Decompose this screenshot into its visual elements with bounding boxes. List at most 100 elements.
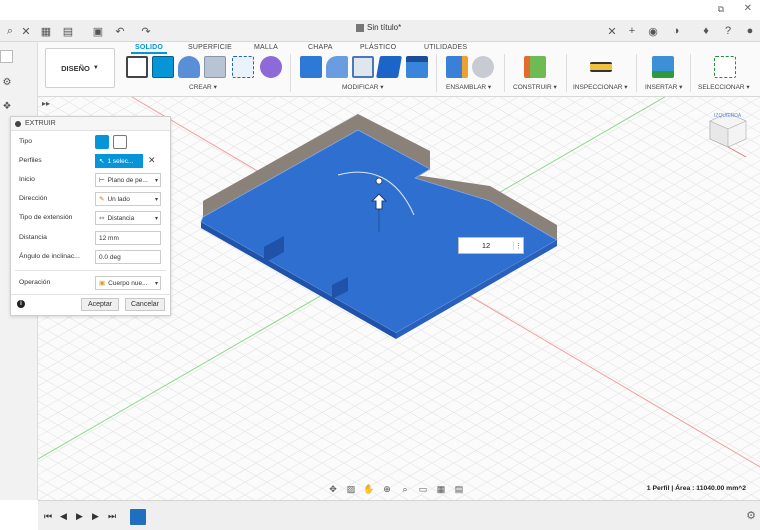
sweep-icon[interactable] xyxy=(204,56,226,78)
extrude-icon[interactable] xyxy=(152,56,174,78)
tab-solid[interactable]: SOLIDO xyxy=(130,44,168,54)
create-sketch-icon[interactable] xyxy=(126,56,148,78)
offset-plane-icon[interactable] xyxy=(524,56,546,78)
group-create[interactable]: CREAR ▾ xyxy=(189,83,217,91)
document-tab[interactable]: Sin título* xyxy=(356,23,401,32)
grid-settings-icon[interactable]: ▦ xyxy=(434,482,448,496)
press-pull-icon[interactable] xyxy=(300,56,322,78)
status-text: 1 Perfil | Área : 11040.00 mm^2 xyxy=(646,485,746,492)
fillet-icon[interactable] xyxy=(326,56,348,78)
display-settings-icon[interactable]: ▭ xyxy=(416,482,430,496)
quick-access-bar: ⌕ ✕ ▦ ▤ ▣ ↶ ↷ Sin título* ✕ + ◉ ◑ ♦ ? ● xyxy=(0,20,760,42)
label-direction: Dirección xyxy=(19,195,48,202)
group-assemble[interactable]: ENSAMBLAR ▾ xyxy=(446,83,491,91)
tab-sheet-metal[interactable]: CHAPA xyxy=(308,44,333,51)
workspace-switcher[interactable]: DISEÑO ▼ xyxy=(45,48,115,88)
search-icon[interactable]: ⌕ xyxy=(2,23,18,39)
go-to-end-icon[interactable]: ⏭ xyxy=(108,511,116,522)
restore-window-icon[interactable]: ⧉ xyxy=(718,4,724,15)
zoom-icon[interactable]: ⊕ xyxy=(380,482,394,496)
extent-type-dropdown[interactable]: ⇿ Distancia ▾ xyxy=(95,211,161,225)
redo-icon[interactable]: ↷ xyxy=(138,23,154,39)
form-icon[interactable] xyxy=(260,56,282,78)
distance-manipulator-value[interactable]: 12 xyxy=(459,241,513,250)
browser-box-icon[interactable] xyxy=(0,50,13,63)
solid-type-icon[interactable] xyxy=(95,135,109,149)
components-icon[interactable]: ❖ xyxy=(0,98,14,114)
job-status-icon[interactable]: ◑ xyxy=(668,23,684,39)
timeline-settings-gear-icon[interactable]: ⚙ xyxy=(746,509,756,522)
group-modify[interactable]: MODIFICAR ▾ xyxy=(342,83,384,91)
avatar[interactable]: ● xyxy=(742,23,758,39)
close-panel-icon[interactable]: ✕ xyxy=(18,23,34,39)
info-icon[interactable]: i xyxy=(17,300,25,308)
taper-angle-field[interactable]: 0.0 deg xyxy=(95,250,161,264)
group-inspect[interactable]: INSPECCIONAR ▾ xyxy=(573,83,628,91)
label-taper-angle: Ángulo de inclinac... xyxy=(19,253,80,260)
loft-icon[interactable] xyxy=(232,56,254,78)
insert-image-icon[interactable] xyxy=(652,56,674,78)
undo-icon[interactable]: ↶ xyxy=(112,23,128,39)
go-to-start-icon[interactable]: ⏮ xyxy=(44,511,52,522)
tab-surface[interactable]: SUPERFICIE xyxy=(188,44,232,51)
tab-utilities[interactable]: UTILIDADES xyxy=(424,44,467,51)
orbit-icon[interactable]: ✥ xyxy=(326,482,340,496)
new-tab-icon[interactable]: + xyxy=(624,23,640,39)
close-window-icon[interactable]: ✕ xyxy=(744,3,752,14)
more-options-icon[interactable]: ⋮ xyxy=(513,241,523,250)
row-extent-type: Tipo de extensión ⇿ Distancia ▾ xyxy=(11,210,172,226)
notifications-icon[interactable]: ♦ xyxy=(698,23,714,39)
chevron-down-icon: ▾ xyxy=(154,281,158,287)
settings-gear-icon[interactable]: ⚙ xyxy=(0,74,14,90)
ok-button[interactable]: Aceptar xyxy=(81,298,119,311)
thin-type-icon[interactable] xyxy=(113,135,127,149)
close-tab-icon[interactable]: ✕ xyxy=(604,23,620,39)
look-at-icon[interactable]: ▨ xyxy=(344,482,358,496)
measure-icon[interactable] xyxy=(590,62,612,72)
navigation-toolbar: ✥ ▨ ✋ ⊕ ⌕ ▭ ▦ ▤ xyxy=(326,481,466,497)
profiles-selector[interactable]: ↖ 1 selec... xyxy=(95,154,143,168)
revolve-icon[interactable] xyxy=(178,56,200,78)
timeline: ⏮ ◀ ▶ ▶ ⏭ ⚙ xyxy=(38,500,760,530)
select-box-icon[interactable] xyxy=(714,56,736,78)
profiles-value: 1 selec... xyxy=(107,157,134,165)
tab-mesh[interactable]: MALLA xyxy=(254,44,278,51)
direction-dropdown[interactable]: ✎ Un lado ▾ xyxy=(95,192,161,206)
row-profiles: Perfiles ↖ 1 selec... ✕ xyxy=(11,153,172,169)
play-icon[interactable]: ▶ xyxy=(76,511,83,522)
save-icon[interactable]: ▣ xyxy=(90,23,106,39)
operation-dropdown[interactable]: ▣ Cuerpo nue... ▾ xyxy=(95,276,161,290)
distance-field[interactable]: 12 mm xyxy=(95,231,161,245)
step-back-icon[interactable]: ◀ xyxy=(60,511,67,522)
start-dropdown[interactable]: ⊢ Plano de pe... ▾ xyxy=(95,173,161,187)
expand-panel-icon[interactable]: ▸▸ xyxy=(42,99,50,108)
pan-icon[interactable]: ✋ xyxy=(362,482,376,496)
group-construct[interactable]: CONSTRUIR ▾ xyxy=(513,83,557,91)
label-distance: Distancia xyxy=(19,234,47,241)
fit-icon[interactable]: ⌕ xyxy=(398,482,412,496)
step-forward-icon[interactable]: ▶ xyxy=(92,511,99,522)
timeline-feature-extrude[interactable] xyxy=(130,509,146,525)
viewports-icon[interactable]: ▤ xyxy=(452,482,466,496)
shell-icon[interactable] xyxy=(352,56,374,78)
grid-menu-icon[interactable]: ▦ xyxy=(38,23,54,39)
split-body-icon[interactable] xyxy=(406,56,428,78)
clear-selection-icon[interactable]: ✕ xyxy=(148,155,156,166)
new-component-icon[interactable] xyxy=(446,56,468,78)
ribbon-divider xyxy=(504,54,505,92)
tab-plastic[interactable]: PLÁSTICO xyxy=(360,44,396,51)
taper-angle-value: 0.0 deg xyxy=(99,253,121,261)
help-icon[interactable]: ? xyxy=(720,23,736,39)
group-insert[interactable]: INSERTAR ▾ xyxy=(645,83,682,91)
distance-manipulator-input[interactable]: 12 ⋮ xyxy=(458,237,524,254)
combine-icon[interactable] xyxy=(376,56,402,78)
file-menu-icon[interactable]: ▤ xyxy=(60,23,76,39)
extensions-icon[interactable]: ◉ xyxy=(645,23,661,39)
row-direction: Dirección ✎ Un lado ▾ xyxy=(11,191,172,207)
dialog-header[interactable]: EXTRUIR xyxy=(11,117,170,131)
dialog-collapse-icon[interactable] xyxy=(15,120,21,127)
label-extent-type: Tipo de extensión xyxy=(19,214,73,221)
cancel-button[interactable]: Cancelar xyxy=(125,298,165,311)
group-select[interactable]: SELECCIONAR ▾ xyxy=(698,83,750,91)
joint-icon[interactable] xyxy=(472,56,494,78)
